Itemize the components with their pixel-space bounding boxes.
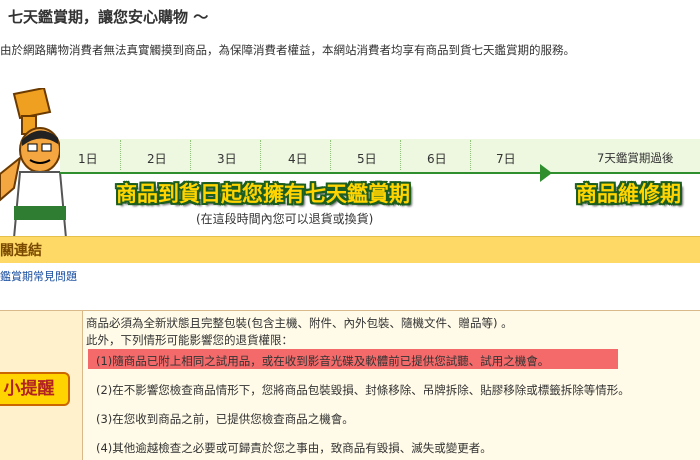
section-title: 關連結 (0, 243, 42, 259)
timeline-divider (330, 140, 331, 170)
reminder-item: (4)其他逾越檢查之必要或可歸責於您之事由，致商品有毀損、滅失或變更者。 (96, 441, 492, 455)
timeline-divider (190, 140, 191, 170)
timeline-axis (60, 172, 700, 174)
reminder-item: (1)隨商品已附上相同之試用品，或在收到影音光碟及軟體前已提供您試聽、試用之機會… (96, 354, 550, 368)
timeline-day-label: 6日 (427, 152, 447, 166)
timeline-divider (120, 140, 121, 170)
intro-text: 由於網路購物消費者無法真實觸摸到商品，為保障消費者權益，本網站消費者均享有商品到… (0, 43, 575, 57)
reminder-item: (2)在不影響您檢查商品情形下，您將商品包裝毀損、封條移除、吊牌拆除、貼膠移除或… (96, 383, 630, 397)
timeline-day-label: 2日 (147, 152, 167, 166)
timeline-divider (260, 140, 261, 170)
section-header-bar (0, 236, 700, 263)
reminder-item: (3)在您收到商品之前，已提供您檢查商品之機會。 (96, 412, 354, 426)
timeline-day-label: 4日 (288, 152, 308, 166)
after-period-label: 7天鑑賞期過後 (597, 151, 674, 165)
appreciation-timeline: 1日 2日 3日 4日 5日 6日 7日 7天鑑賞期過後 商品到貨日起您擁有七天… (0, 88, 700, 238)
timeline-day-label: 3日 (217, 152, 237, 166)
timeline-day-label: 1日 (78, 152, 98, 166)
repair-period-banner: 商品維修期 (576, 182, 681, 206)
timeline-divider (400, 140, 401, 170)
return-note: (在這段時間內您可以退貨或換貨) (196, 212, 374, 226)
reminder-intro-text: 此外，下列情形可能影響您的退貨權限： (86, 333, 293, 347)
faq-link[interactable]: 鑑賞期常見問題 (0, 268, 77, 284)
reminder-badge-column: 小提醒 (0, 311, 82, 460)
appreciation-banner: 商品到貨日起您擁有七天鑑賞期 (116, 182, 410, 206)
timeline-arrow-icon (540, 164, 552, 182)
timeline-day-label: 7日 (496, 152, 516, 166)
page-title: 七天鑑賞期，讓您安心購物 ～ (8, 8, 209, 26)
reminder-badge: 小提醒 (0, 372, 70, 406)
reminder-condition-text: 商品必須為全新狀態且完整包裝(包含主機、附件、內外包裝、隨機文件、贈品等) 。 (86, 316, 513, 330)
timeline-day-label: 5日 (357, 152, 377, 166)
timeline-divider (470, 140, 471, 170)
